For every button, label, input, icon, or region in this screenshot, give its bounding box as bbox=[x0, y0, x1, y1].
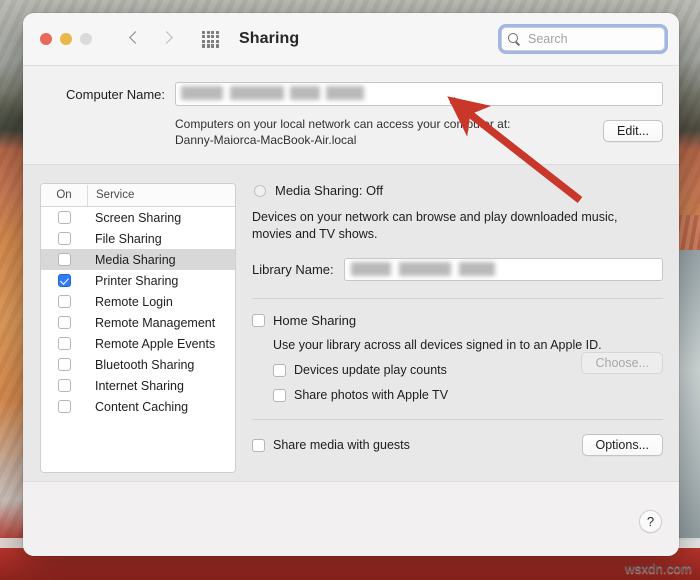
library-name-input[interactable] bbox=[343, 258, 663, 281]
service-label: Content Caching bbox=[95, 399, 189, 414]
computer-name-input[interactable] bbox=[175, 82, 663, 106]
service-row[interactable]: Internet Sharing bbox=[41, 375, 235, 396]
service-checkbox-cell bbox=[41, 295, 87, 308]
local-access-text: Computers on your local network can acce… bbox=[175, 117, 511, 131]
search-icon bbox=[508, 32, 521, 46]
divider-2 bbox=[252, 419, 663, 420]
service-checkbox[interactable] bbox=[57, 358, 71, 371]
service-checkbox-cell bbox=[41, 400, 87, 413]
service-label: Remote Login bbox=[95, 294, 173, 309]
service-checkbox-cell bbox=[41, 232, 87, 245]
service-checkbox-cell bbox=[41, 211, 87, 224]
service-row[interactable]: Remote Management bbox=[41, 312, 235, 333]
service-checkbox-cell bbox=[41, 337, 87, 350]
chevron-left-icon[interactable] bbox=[128, 32, 142, 46]
status-indicator-icon bbox=[254, 184, 266, 197]
share-photos-apple-tv-row[interactable]: Share photos with Apple TV bbox=[273, 388, 663, 402]
service-row[interactable]: Printer Sharing bbox=[41, 270, 235, 291]
service-checkbox[interactable] bbox=[57, 400, 71, 413]
service-label: Remote Apple Events bbox=[95, 336, 216, 351]
main-content: On Service Screen Sharing File Sharing Med… bbox=[23, 165, 679, 481]
computer-name-description-row: Computers on your local network can acce… bbox=[23, 116, 663, 148]
service-row[interactable]: Remote Login bbox=[41, 291, 235, 312]
service-label: Screen Sharing bbox=[95, 210, 182, 225]
divider-1 bbox=[252, 298, 663, 299]
service-row[interactable]: Bluetooth Sharing bbox=[41, 354, 235, 375]
search-field[interactable] bbox=[501, 27, 665, 51]
home-sharing-label: Home Sharing bbox=[273, 313, 357, 328]
library-name-label: Library Name: bbox=[252, 262, 334, 277]
service-checkbox-cell bbox=[41, 253, 87, 266]
help-button[interactable]: ? bbox=[639, 510, 662, 533]
service-checkbox[interactable] bbox=[57, 295, 71, 308]
services-rows: Screen Sharing File Sharing Media Sharing P… bbox=[41, 207, 235, 417]
computer-name-section: Computer Name: Computers on your local n… bbox=[23, 66, 679, 165]
library-name-row: Library Name: bbox=[252, 258, 663, 281]
service-checkbox[interactable] bbox=[57, 379, 71, 392]
search-input[interactable] bbox=[526, 31, 658, 47]
media-sharing-status-label: Media Sharing: Off bbox=[275, 183, 384, 198]
service-checkbox-cell bbox=[41, 358, 87, 371]
chevron-right-icon[interactable] bbox=[160, 32, 174, 46]
share-photos-apple-tv-checkbox[interactable] bbox=[273, 388, 286, 402]
service-label: Media Sharing bbox=[95, 252, 176, 267]
service-row[interactable]: Screen Sharing bbox=[41, 207, 235, 228]
close-button[interactable] bbox=[40, 33, 52, 45]
service-checkbox-cell bbox=[41, 316, 87, 329]
media-sharing-description: Devices on your network can browse and p… bbox=[252, 210, 618, 241]
column-header-on: On bbox=[41, 184, 88, 206]
services-list[interactable]: On Service Screen Sharing File Sharing Med… bbox=[40, 183, 236, 473]
home-sharing-row[interactable]: Home Sharing bbox=[252, 313, 663, 328]
service-checkbox[interactable] bbox=[57, 211, 71, 224]
page-title: Sharing bbox=[239, 30, 300, 47]
service-checkbox[interactable] bbox=[57, 316, 71, 329]
home-sharing-options: Devices update play counts Share photos … bbox=[252, 352, 663, 402]
service-checkbox[interactable] bbox=[57, 337, 71, 350]
window-titlebar: Sharing bbox=[23, 13, 679, 66]
service-row[interactable]: File Sharing bbox=[41, 228, 235, 249]
share-media-with-guests-row[interactable]: Share media with guests Options... bbox=[252, 434, 663, 456]
column-header-service: Service bbox=[96, 189, 135, 201]
home-sharing-description: Use your library across all devices sign… bbox=[273, 338, 602, 352]
share-media-with-guests-checkbox[interactable] bbox=[252, 438, 265, 452]
share-photos-apple-tv-label: Share photos with Apple TV bbox=[294, 388, 449, 402]
devices-update-play-counts-checkbox[interactable] bbox=[273, 363, 286, 377]
service-row[interactable]: Media Sharing bbox=[41, 249, 235, 270]
service-row[interactable]: Remote Apple Events bbox=[41, 333, 235, 354]
service-label: Internet Sharing bbox=[95, 378, 184, 393]
service-label: File Sharing bbox=[95, 231, 162, 246]
options-button[interactable]: Options... bbox=[581, 434, 663, 456]
service-label: Printer Sharing bbox=[95, 273, 179, 288]
watermark: wsxdn.com bbox=[625, 561, 692, 576]
window-footer: ? bbox=[23, 481, 679, 556]
service-checkbox-cell bbox=[41, 274, 87, 287]
traffic-light-group bbox=[40, 33, 92, 45]
services-list-header: On Service bbox=[41, 184, 235, 207]
service-checkbox[interactable] bbox=[57, 232, 71, 245]
media-sharing-status: Media Sharing: Off bbox=[252, 183, 663, 198]
devices-update-play-counts-label: Devices update play counts bbox=[294, 363, 447, 377]
service-checkbox-cell bbox=[41, 379, 87, 392]
service-checkbox[interactable] bbox=[57, 274, 71, 287]
sharing-preferences-window: Sharing Computer Name: Computers on your… bbox=[23, 13, 679, 556]
zoom-button[interactable] bbox=[80, 33, 92, 45]
choose-button: Choose... bbox=[581, 352, 663, 374]
share-media-with-guests-label: Share media with guests bbox=[273, 438, 410, 452]
computer-name-description: Computers on your local network can acce… bbox=[175, 116, 593, 148]
local-hostname: Danny-Maiorca-MacBook-Air.local bbox=[175, 133, 357, 147]
grid-icon[interactable] bbox=[202, 30, 219, 48]
minimize-button[interactable] bbox=[60, 33, 72, 45]
service-label: Bluetooth Sharing bbox=[95, 357, 195, 372]
computer-name-row: Computer Name: bbox=[23, 82, 663, 106]
home-sharing-checkbox[interactable] bbox=[252, 314, 265, 327]
navigation-buttons bbox=[128, 32, 174, 46]
service-row[interactable]: Content Caching bbox=[41, 396, 235, 417]
service-label: Remote Management bbox=[95, 315, 216, 330]
computer-name-label: Computer Name: bbox=[66, 86, 165, 102]
service-checkbox[interactable] bbox=[57, 253, 71, 266]
media-sharing-detail: Media Sharing: Off Devices on your netwo… bbox=[252, 183, 663, 481]
edit-button[interactable]: Edit... bbox=[603, 120, 663, 142]
